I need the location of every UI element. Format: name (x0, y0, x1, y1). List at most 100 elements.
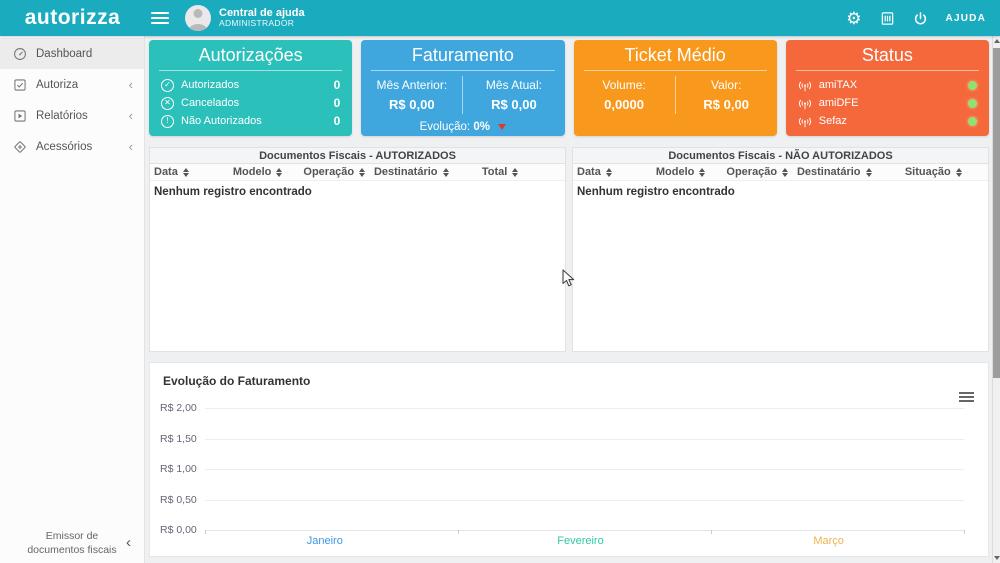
empty-message: Nenhum registro encontrado (577, 186, 735, 198)
sidebar-item-acessorios[interactable]: Acessórios ‹ (0, 131, 144, 162)
column-label: Situação (904, 166, 951, 178)
sidebar-item-autoriza[interactable]: Autoriza ‹ (0, 69, 144, 100)
main-content: Autorizações ✓ Autorizados 0 ✕ Cancelado… (146, 36, 992, 563)
chart-menu-icon[interactable] (959, 392, 974, 402)
avatar-head-shape (193, 9, 203, 18)
sort-icon[interactable] (699, 167, 706, 177)
sort-icon[interactable] (276, 167, 283, 177)
column-header-operacao[interactable]: Operação (299, 166, 370, 178)
avatar[interactable] (185, 5, 211, 31)
y-axis-tick: R$ 1,00 (160, 463, 197, 475)
row-label: Não Autorizados (181, 115, 262, 127)
hamburger-menu-icon[interactable] (151, 12, 169, 24)
column-header-modelo[interactable]: Modelo (229, 166, 300, 178)
y-axis-tick: R$ 2,00 (160, 402, 197, 414)
collapse-sidebar-chevron-icon[interactable]: ‹ (126, 533, 131, 553)
sort-icon[interactable] (782, 167, 789, 177)
sort-icon[interactable] (182, 167, 189, 177)
column-value: R$ 0,00 (491, 97, 537, 112)
sort-icon[interactable] (442, 167, 449, 177)
card-divider (159, 70, 343, 71)
ticket-medio-columns: Volume: 0,0000 Valor: R$ 0,00 (574, 76, 777, 114)
column-header-total[interactable]: Total (478, 166, 565, 178)
table-nao-autorizados: Documentos Fiscais - NÃO AUTORIZADOS Dat… (572, 147, 989, 352)
sidebar-footer-line1: Emissor de (45, 529, 99, 542)
top-header: autorizza Central de ajuda ADMINISTRADOR… (0, 0, 1000, 36)
gridline (205, 499, 964, 501)
table-header-row: Data Modelo Operação Destinatário Situaç… (573, 164, 988, 181)
gridline (205, 408, 964, 409)
kpi-cards-row: Autorizações ✓ Autorizados 0 ✕ Cancelado… (149, 40, 989, 136)
column-header-operacao[interactable]: Operação (722, 166, 793, 178)
scroll-up-arrow-icon[interactable] (993, 39, 1000, 43)
row-label: Cancelados (181, 97, 240, 109)
sidebar: Dashboard Autoriza ‹ Relatórios ‹ Acessó… (0, 36, 145, 563)
table-header-row: Data Modelo Operação Destinatário Total (150, 164, 565, 181)
sidebar-item-label: Dashboard (36, 47, 93, 60)
card-divider (795, 70, 979, 71)
sort-icon[interactable] (359, 167, 366, 177)
x-axis-tick-mark (205, 530, 206, 534)
card-title: Status (861, 45, 913, 65)
sort-icon[interactable] (955, 167, 962, 177)
column-header-data[interactable]: Data (573, 166, 652, 178)
column-header-data[interactable]: Data (150, 166, 229, 178)
x-axis-tick-mark (457, 530, 459, 534)
card-title: Faturamento (411, 45, 514, 65)
broadcast-icon (798, 117, 811, 127)
x-axis-labels: Janeiro Fevereiro Março (212, 535, 964, 549)
app-logo[interactable]: autorizza (25, 6, 121, 30)
y-axis-tick: R$ 0,00 (160, 524, 197, 536)
user-info[interactable]: Central de ajuda ADMINISTRADOR (219, 7, 305, 29)
chart-plot-area: R$ 2,00 R$ 1,50 R$ 1,00 R$ 0,50 R$ 0,00 (160, 402, 965, 536)
reports-icon (14, 109, 26, 122)
scroll-down-arrow-icon[interactable] (993, 556, 1000, 560)
broadcast-icon (798, 99, 811, 109)
checkbox-icon (14, 78, 26, 91)
cancelados-row: ✕ Cancelados 0 (149, 94, 352, 112)
tables-row: Documentos Fiscais - AUTORIZADOS Data Mo… (149, 147, 989, 352)
y-axis-tick: R$ 1,50 (160, 432, 197, 445)
autorizados-row: ✓ Autorizados 0 (149, 76, 352, 94)
sidebar-item-relatorios[interactable]: Relatórios ‹ (0, 100, 144, 131)
user-role-label: ADMINISTRADOR (219, 18, 295, 29)
sort-icon[interactable] (865, 167, 872, 177)
sidebar-item-dashboard[interactable]: Dashboard (0, 38, 144, 69)
evolucao-label: Evolução: (419, 121, 471, 133)
column-header-destinatario[interactable]: Destinatário (793, 166, 901, 178)
sidebar-nav-list: Dashboard Autoriza ‹ Relatórios ‹ Acessó… (0, 36, 144, 162)
sort-icon[interactable] (605, 167, 612, 177)
settings-gear-icon[interactable]: ⚙ (846, 10, 861, 27)
card-faturamento: Faturamento Mês Anterior: R$ 0,00 Mês At… (361, 40, 565, 136)
column-header-modelo[interactable]: Modelo (652, 166, 723, 178)
sort-icon[interactable] (512, 167, 519, 177)
x-axis-label-fevereiro: Fevereiro (557, 535, 604, 547)
scrollbar-thumb[interactable] (993, 48, 1000, 378)
column-label: Operação (303, 166, 355, 178)
help-link[interactable]: AJUDA (946, 13, 986, 24)
faturamento-columns: Mês Anterior: R$ 0,00 Mês Atual: R$ 0,00 (361, 76, 564, 114)
gridline (205, 469, 964, 470)
company-icon[interactable] (880, 11, 895, 26)
column-header-destinatario[interactable]: Destinatário (370, 166, 478, 178)
evolucao-value: 0% (473, 121, 490, 133)
table-autorizados: Documentos Fiscais - AUTORIZADOS Data Mo… (149, 147, 566, 352)
column-value: R$ 0,00 (389, 97, 435, 112)
valor-column: Valor: R$ 0,00 (674, 76, 777, 114)
column-header-situacao[interactable]: Situação (901, 166, 988, 178)
page-scrollbar[interactable] (992, 36, 1000, 563)
x-axis-line (205, 530, 964, 531)
column-label: Destinatário (796, 166, 861, 178)
mes-anterior-column: Mês Anterior: R$ 0,00 (361, 76, 462, 114)
accessories-icon (14, 140, 26, 153)
column-value: 0,0000 (604, 97, 644, 112)
x-axis-label-janeiro: Janeiro (306, 535, 343, 547)
x-axis-tick-mark (964, 530, 965, 534)
y-axis-tick: R$ 0,50 (160, 493, 197, 506)
online-status-dot (968, 98, 977, 108)
service-label: amiTAX (818, 79, 858, 91)
column-label: Total (481, 166, 508, 178)
row-value: 0 (333, 96, 341, 110)
power-icon[interactable] (913, 11, 928, 26)
empty-message: Nenhum registro encontrado (154, 186, 312, 198)
